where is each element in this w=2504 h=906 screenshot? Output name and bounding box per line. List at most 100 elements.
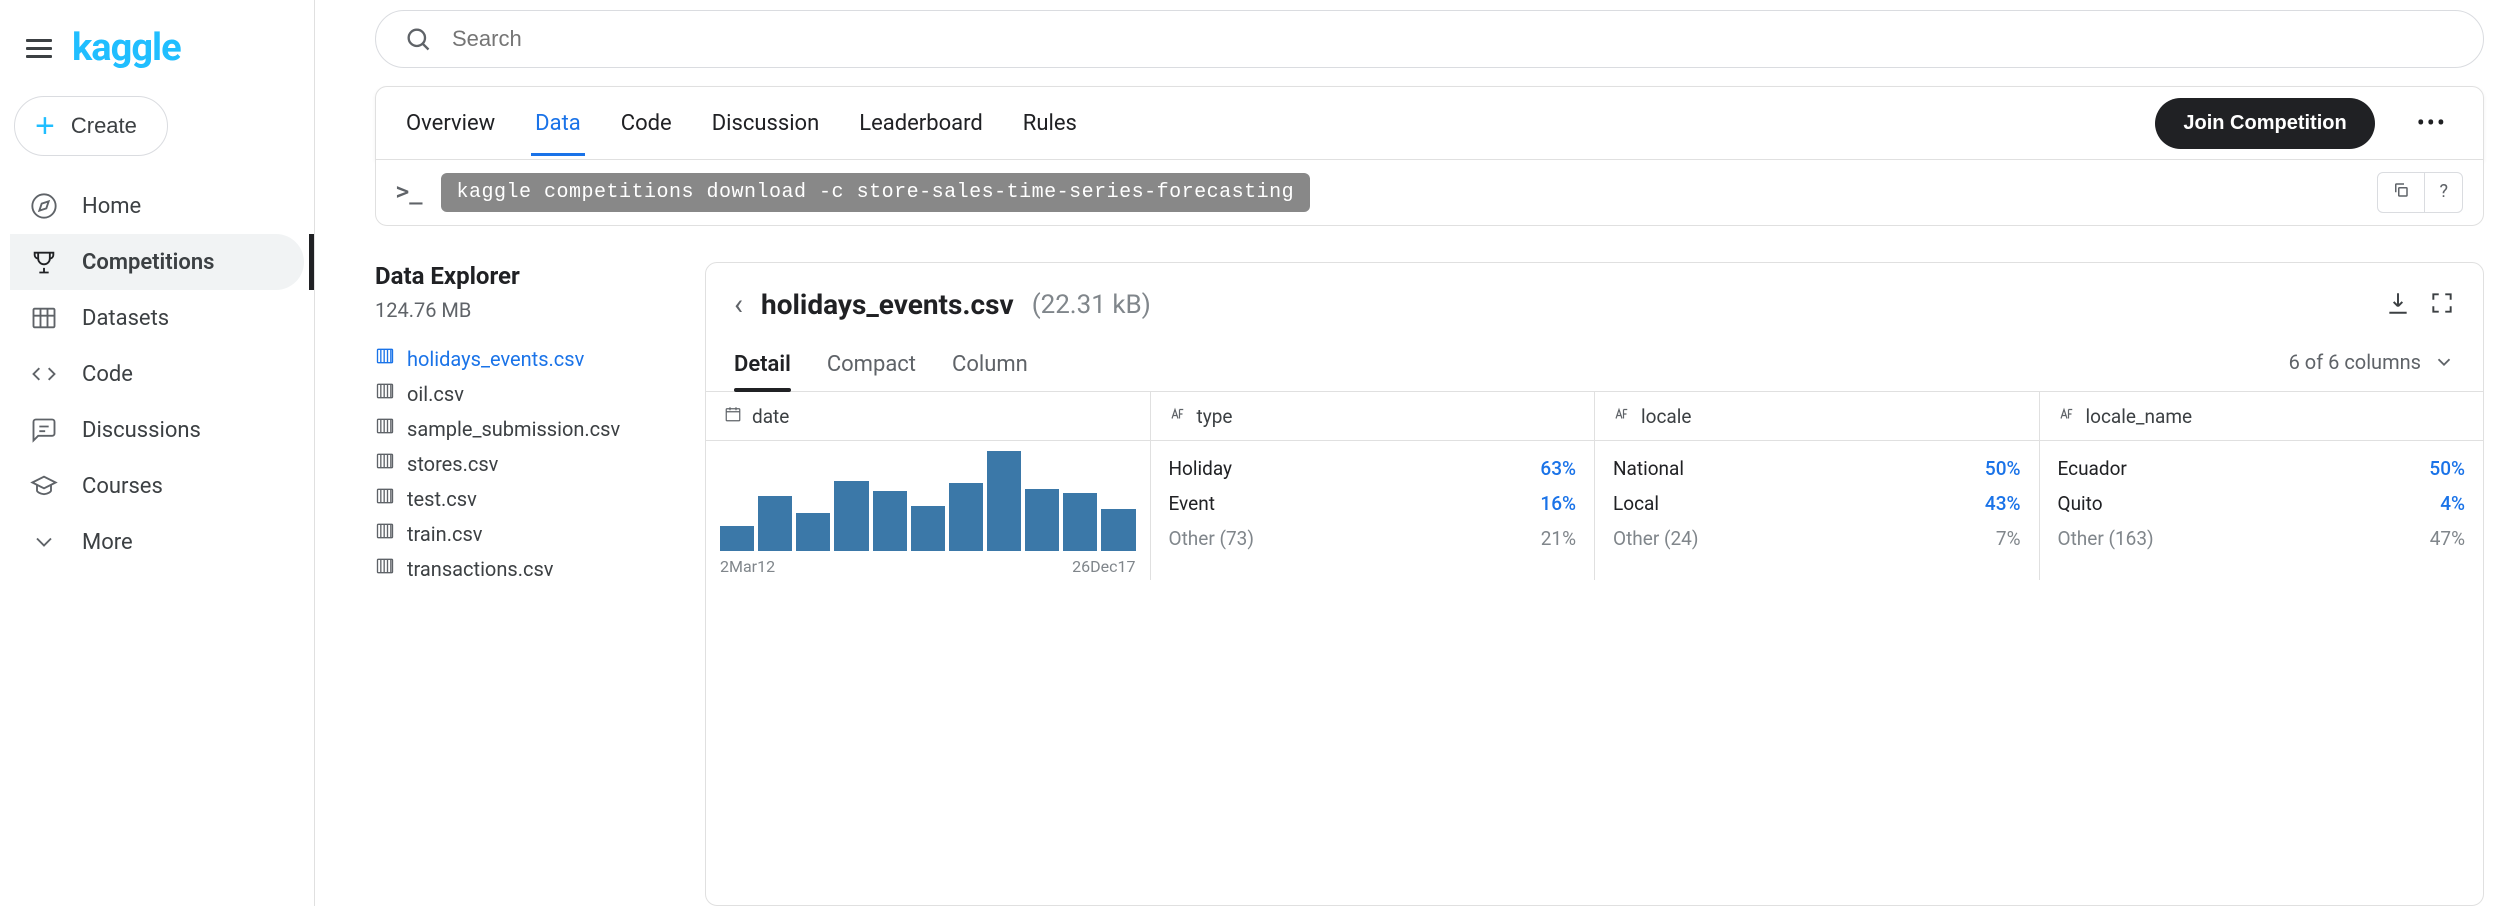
hamburger-menu-icon[interactable] <box>26 39 52 58</box>
help-icon[interactable]: ? <box>2425 173 2462 212</box>
sort-icon[interactable] <box>1556 404 1576 428</box>
dist-label: National <box>1613 457 1684 480</box>
sidebar-item-home[interactable]: Home <box>10 178 304 234</box>
file-name: train.csv <box>407 522 482 546</box>
file-item[interactable]: transactions.csv <box>375 556 655 581</box>
column: date 2Mar1226Dec17 <box>706 392 1151 580</box>
tab-code[interactable]: Code <box>617 91 676 156</box>
dist-pct: 16% <box>1540 492 1576 515</box>
tab-data[interactable]: Data <box>531 91 585 156</box>
column-header[interactable]: date <box>724 405 789 428</box>
file-item[interactable]: holidays_events.csv <box>375 346 655 371</box>
back-chevron-icon[interactable]: ‹ <box>734 287 743 322</box>
main-content: Overview Data Code Discussion Leaderboar… <box>315 0 2504 906</box>
distribution-row[interactable]: Other (24) 7% <box>1613 521 2021 556</box>
column-count-label: 6 of 6 columns <box>2289 350 2421 374</box>
dist-label: Other (73) <box>1169 527 1254 550</box>
file-item[interactable]: oil.csv <box>375 381 655 406</box>
sidebar-item-datasets[interactable]: Datasets <box>10 290 304 346</box>
download-command[interactable]: kaggle competitions download -c store-sa… <box>441 173 1311 212</box>
distribution-row[interactable]: Quito 4% <box>2058 486 2466 521</box>
dist-pct: 7% <box>1996 527 2021 550</box>
create-button[interactable]: + Create <box>14 96 168 156</box>
column-header[interactable]: locale_name <box>2058 405 2193 428</box>
chevron-down-icon <box>30 528 58 556</box>
search-icon <box>404 25 432 53</box>
tab-discussion[interactable]: Discussion <box>708 91 824 156</box>
file-item[interactable]: stores.csv <box>375 451 655 476</box>
kaggle-logo[interactable]: kaggle <box>72 26 181 70</box>
file-item[interactable]: train.csv <box>375 521 655 546</box>
distribution-row[interactable]: Other (73)21% <box>1169 521 1577 556</box>
data-explorer: Data Explorer 124.76 MB holidays_events.… <box>375 262 655 906</box>
csv-icon <box>375 381 395 406</box>
download-icon[interactable] <box>2385 290 2411 320</box>
distribution-row[interactable]: Other (163)47% <box>2058 521 2466 556</box>
dist-pct: 4% <box>2440 492 2465 515</box>
tab-rules[interactable]: Rules <box>1019 91 1081 156</box>
column-name: type <box>1197 405 1233 428</box>
search-bar[interactable] <box>375 10 2484 68</box>
file-item[interactable]: sample_submission.csv <box>375 416 655 441</box>
dist-label: Holiday <box>1169 457 1233 480</box>
file-name: stores.csv <box>407 452 498 476</box>
file-name: holidays_events.csv <box>407 347 584 371</box>
explorer-title: Data Explorer <box>375 262 655 290</box>
sidebar-item-code[interactable]: Code <box>10 346 304 402</box>
comment-icon <box>30 416 58 444</box>
sort-icon[interactable] <box>2001 404 2021 428</box>
sidebar-item-label: Competitions <box>82 250 214 275</box>
search-input[interactable] <box>452 26 2455 52</box>
type-icon <box>2058 405 2076 428</box>
file-name: transactions.csv <box>407 557 553 581</box>
csv-icon <box>375 346 395 371</box>
create-label: Create <box>71 113 137 139</box>
file-item[interactable]: test.csv <box>375 486 655 511</box>
dist-label: Other (24) <box>1613 527 1698 550</box>
compass-icon <box>30 192 58 220</box>
column-count-selector[interactable]: 6 of 6 columns <box>2289 350 2455 384</box>
sidebar-item-competitions[interactable]: Competitions <box>10 234 304 290</box>
dist-pct: 50% <box>2429 457 2465 480</box>
view-tab-column[interactable]: Column <box>952 342 1028 391</box>
file-preview: ‹ holidays_events.csv (22.31 kB) Detail … <box>705 262 2484 906</box>
column-header[interactable]: type <box>1169 405 1233 428</box>
sort-icon[interactable] <box>2445 404 2465 428</box>
sidebar-item-label: Code <box>82 362 133 387</box>
view-tab-compact[interactable]: Compact <box>827 342 916 391</box>
dist-pct: 47% <box>2430 527 2465 550</box>
sidebar-item-discussions[interactable]: Discussions <box>10 402 304 458</box>
distribution-row[interactable]: Ecuador50% <box>2058 451 2466 486</box>
dist-pct: 50% <box>1985 457 2021 480</box>
sort-icon[interactable] <box>1112 404 1132 428</box>
csv-icon <box>375 521 395 546</box>
explorer-size: 124.76 MB <box>375 298 655 322</box>
tab-overview[interactable]: Overview <box>402 91 499 156</box>
plus-icon: + <box>35 109 55 143</box>
distribution-row[interactable]: Holiday63% <box>1169 451 1577 486</box>
column-name: locale_name <box>2086 405 2193 428</box>
sidebar-item-label: Courses <box>82 474 163 499</box>
tab-leaderboard[interactable]: Leaderboard <box>855 91 987 156</box>
graduation-icon <box>30 472 58 500</box>
dist-label: Quito <box>2058 492 2103 515</box>
view-tab-detail[interactable]: Detail <box>734 342 791 391</box>
distribution-row[interactable]: Local43% <box>1613 486 2021 521</box>
histo-start: 2Mar12 <box>720 557 775 576</box>
chevron-down-icon <box>2433 351 2455 373</box>
terminal-prompt-icon: >_ <box>396 180 423 205</box>
sidebar-item-label: More <box>82 530 133 555</box>
sidebar-item-courses[interactable]: Courses <box>10 458 304 514</box>
sidebar-item-more[interactable]: More <box>10 514 304 570</box>
fullscreen-icon[interactable] <box>2429 290 2455 320</box>
join-competition-button[interactable]: Join Competition <box>2155 98 2374 149</box>
distribution-row[interactable]: Event16% <box>1169 486 1577 521</box>
trophy-icon <box>30 248 58 276</box>
date-histogram: 2Mar1226Dec17 <box>706 441 1150 580</box>
more-menu-icon[interactable]: ••• <box>2407 109 2457 137</box>
copy-icon[interactable] <box>2378 173 2425 212</box>
file-name: test.csv <box>407 487 477 511</box>
preview-filename: holidays_events.csv <box>761 288 1014 321</box>
distribution-row[interactable]: National 50% <box>1613 451 2021 486</box>
column-header[interactable]: locale <box>1613 405 1691 428</box>
